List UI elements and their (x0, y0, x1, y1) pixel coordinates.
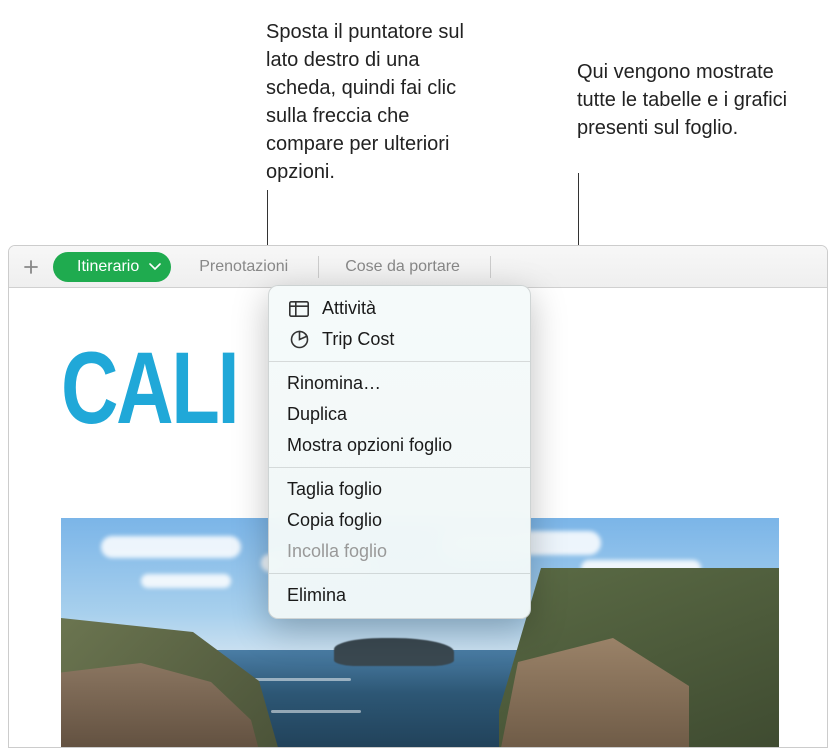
tab-separator (318, 256, 319, 278)
menu-item-show-options[interactable]: Mostra opzioni foglio (269, 430, 530, 461)
menu-item-label: Rinomina… (287, 373, 381, 394)
tab-cose-da-portare[interactable]: Cose da portare (321, 252, 484, 282)
plus-icon (23, 259, 39, 275)
document-heading: CALI (61, 330, 237, 447)
tab-itinerario[interactable]: Itinerario (53, 252, 171, 282)
chevron-down-icon[interactable] (149, 258, 161, 276)
menu-item-label: Trip Cost (322, 329, 394, 350)
menu-item-table[interactable]: Attività (269, 293, 530, 324)
table-icon (287, 301, 311, 317)
menu-item-cut[interactable]: Taglia foglio (269, 474, 530, 505)
menu-item-label: Copia foglio (287, 510, 382, 531)
callout-right-text: Qui vengono mostrate tutte le tabelle e … (577, 58, 812, 142)
tab-label: Itinerario (77, 258, 139, 276)
menu-item-label: Duplica (287, 404, 347, 425)
tab-label: Prenotazioni (199, 258, 288, 276)
menu-item-label: Incolla foglio (287, 541, 387, 562)
tab-label: Cose da portare (345, 258, 460, 276)
callout-annotations: Sposta il puntatore sul lato destro di u… (0, 18, 833, 243)
sheet-tab-bar: Itinerario Prenotazioni Cose da portare (9, 246, 827, 288)
pie-chart-icon (287, 330, 311, 349)
callout-left-text: Sposta il puntatore sul lato destro di u… (266, 18, 481, 186)
tab-prenotazioni[interactable]: Prenotazioni (175, 252, 312, 282)
menu-divider (269, 361, 530, 362)
menu-item-paste: Incolla foglio (269, 536, 530, 567)
menu-item-duplicate[interactable]: Duplica (269, 399, 530, 430)
menu-item-copy[interactable]: Copia foglio (269, 505, 530, 536)
menu-item-rename[interactable]: Rinomina… (269, 368, 530, 399)
add-sheet-button[interactable] (19, 255, 43, 279)
menu-item-chart[interactable]: Trip Cost (269, 324, 530, 355)
menu-item-delete[interactable]: Elimina (269, 580, 530, 611)
sheet-context-menu: Attività Trip Cost Rinomina… Duplica Mos… (268, 285, 531, 619)
tab-separator (490, 256, 491, 278)
menu-divider (269, 467, 530, 468)
menu-item-label: Elimina (287, 585, 346, 606)
menu-divider (269, 573, 530, 574)
menu-item-label: Attività (322, 298, 376, 319)
menu-item-label: Mostra opzioni foglio (287, 435, 452, 456)
menu-item-label: Taglia foglio (287, 479, 382, 500)
